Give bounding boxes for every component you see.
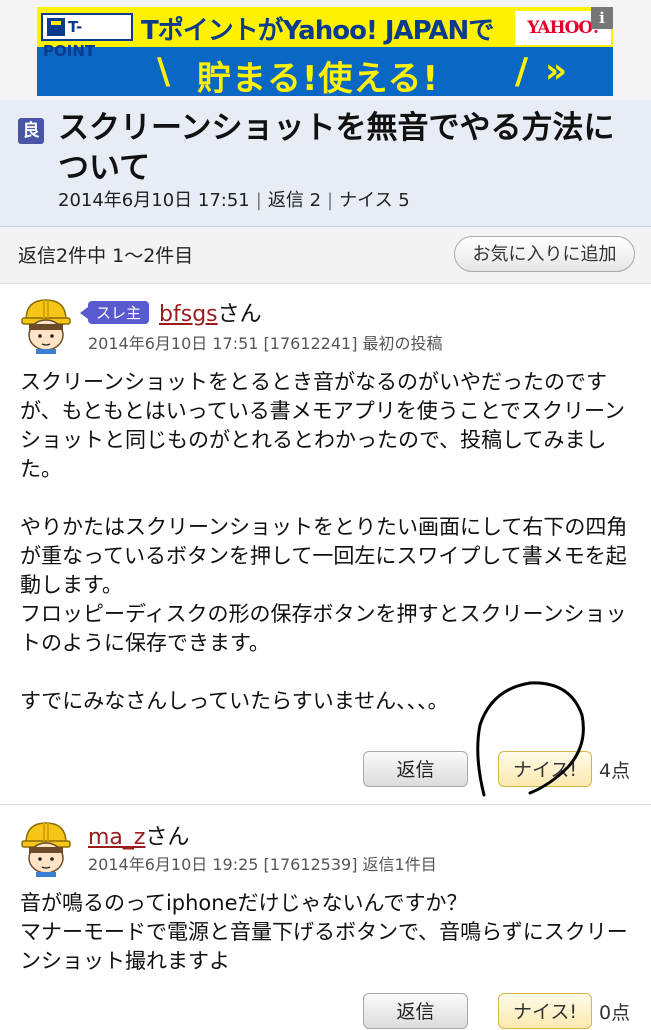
banner-slash-right: / xyxy=(515,51,529,92)
banner-subheadline: 貯まる!使える! xyxy=(197,59,439,96)
chevron-right-icon: » xyxy=(545,51,567,91)
thread-meta: 2014年6月10日 17:51 | 返信 2 | ナイス 5 xyxy=(58,186,410,212)
author-link[interactable]: ma_z xyxy=(88,825,145,850)
post-item: ma_zさん 2014年6月10日 19:25 [17612539] 返信1件目… xyxy=(0,805,651,1029)
thread-date: 2014年6月10日 17:51 xyxy=(58,190,250,211)
ad-banner[interactable]: T-POINT TポイントがYahoo! JAPANで YAHOO! i \ 貯… xyxy=(37,7,613,96)
banner-headline: TポイントがYahoo! JAPANで xyxy=(141,16,494,46)
good-badge-icon: 良 xyxy=(18,118,44,144)
thread-header: 良 スクリーンショットを無音でやる方法について 2014年6月10日 17:51… xyxy=(0,100,651,227)
banner-top-strip: T-POINT TポイントがYahoo! JAPANで YAHOO! i xyxy=(37,7,613,60)
post-meta: 2014年6月10日 19:25 [17612539] 返信1件目 xyxy=(88,855,437,874)
meta-separator: | xyxy=(327,190,334,211)
thread-title: スクリーンショットを無音でやる方法について xyxy=(58,110,615,186)
ad-banner-area: T-POINT TポイントがYahoo! JAPANで YAHOO! i \ 貯… xyxy=(0,0,651,100)
tpoint-logo: T-POINT xyxy=(41,13,133,60)
add-favorite-button[interactable]: お気に入りに追加 xyxy=(454,236,635,272)
reply-button[interactable]: 返信 xyxy=(363,751,468,787)
post-body: スクリーンショットをとるとき音がなるのがいやだったのですが、もともとはいっている… xyxy=(20,370,628,713)
avatar-hardhat-icon[interactable] xyxy=(18,294,74,354)
author-row: ma_zさん xyxy=(88,819,189,851)
tpoint-mark-icon xyxy=(47,18,65,36)
banner-slash-left: \ xyxy=(157,51,171,92)
nice-button[interactable]: ナイス! xyxy=(498,751,592,787)
meta-separator: | xyxy=(255,190,262,211)
thread-reply-count: 返信 2 xyxy=(267,190,322,211)
nice-count: 4点 xyxy=(599,760,631,782)
post-body: 音が鳴るのってiphoneだけじゃないんですか？ マナーモードで電源と音量下げる… xyxy=(20,891,628,973)
reply-range-text: 返信2件中 1～2件目 xyxy=(18,245,194,267)
author-honorific: さん xyxy=(145,825,190,850)
author-honorific: さん xyxy=(217,302,262,327)
info-icon[interactable]: i xyxy=(591,7,613,29)
nice-count: 0点 xyxy=(599,1002,631,1024)
avatar-hardhat-icon[interactable] xyxy=(18,817,74,877)
thread-owner-badge: スレ主 xyxy=(79,301,150,324)
reply-toolbar: 返信2件中 1～2件目 お気に入りに追加 xyxy=(0,227,651,284)
author-link[interactable]: bfsgs xyxy=(159,302,218,327)
post-meta: 2014年6月10日 17:51 [17612241] 最初の投稿 xyxy=(88,334,443,353)
post-item: スレ主 bfsgsさん 2014年6月10日 17:51 [17612241] 最… xyxy=(0,284,651,804)
author-row: スレ主 bfsgsさん xyxy=(79,296,262,328)
banner-bottom-strip: \ 貯まる!使える! / » xyxy=(37,47,613,96)
thread-nice-count: ナイス 5 xyxy=(339,190,410,211)
